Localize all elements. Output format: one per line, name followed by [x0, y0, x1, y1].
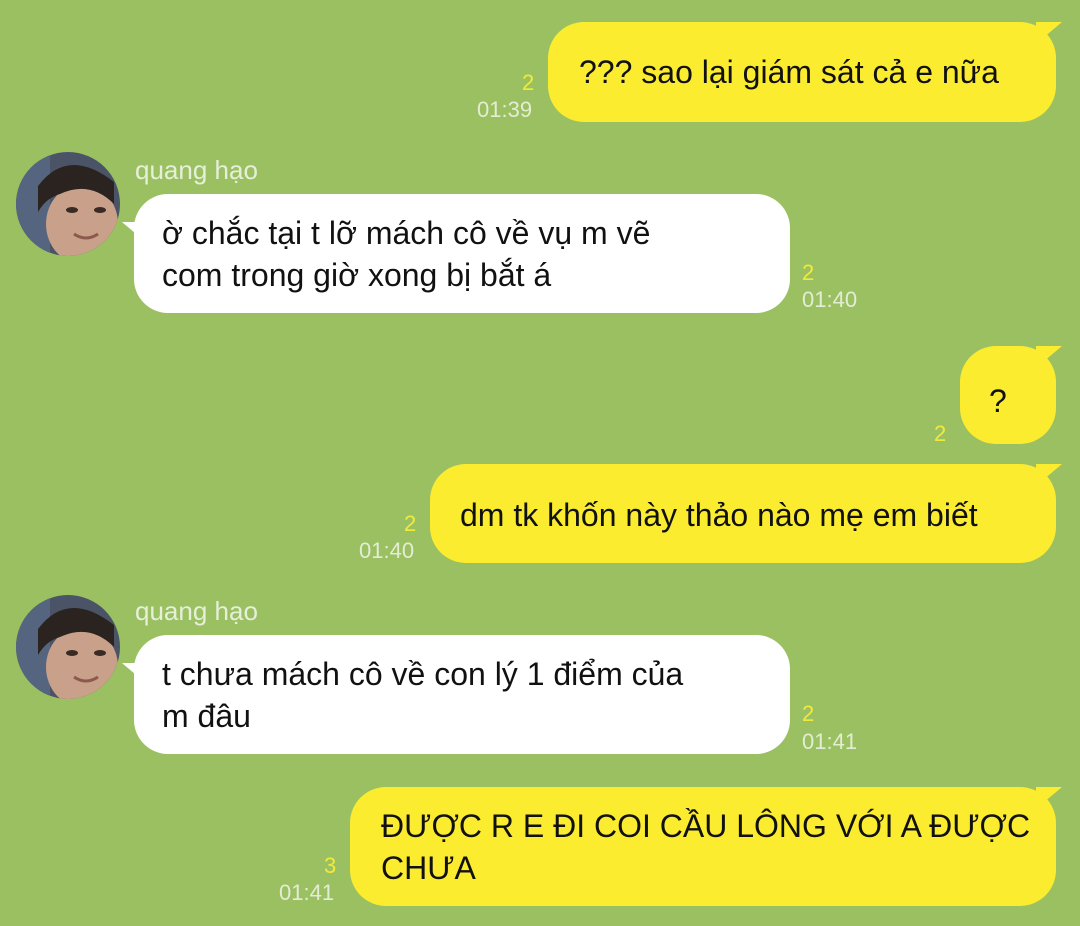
bubble-tail — [1036, 464, 1062, 486]
sender-name: quang hạo — [135, 155, 258, 185]
profile-photo-icon — [16, 595, 120, 699]
message-text: ĐƯỢC R E ĐI COI CẦU LÔNG VỚI A ĐƯỢC CHƯA — [381, 808, 1031, 886]
message-text: ? — [989, 383, 1007, 419]
incoming-message-bubble[interactable]: t chưa mách cô về con lý 1 điểm của m đâ… — [134, 635, 790, 754]
read-count: 2 — [802, 260, 815, 285]
avatar[interactable] — [16, 595, 120, 699]
bubble-tail — [1036, 787, 1062, 809]
incoming-message-bubble[interactable]: ờ chắc tại t lỡ mách cô về vụ m vẽ com t… — [134, 194, 790, 313]
message-timestamp: 01:41 — [802, 729, 858, 754]
read-count: 3 — [324, 853, 337, 878]
read-count: 2 — [404, 511, 417, 536]
read-count: 2 — [802, 701, 815, 726]
message-text: t chưa mách cô về con lý 1 điểm của m đâ… — [162, 656, 684, 734]
bubble-tail — [122, 222, 148, 244]
bubble-tail — [1036, 22, 1062, 44]
message-text: ờ chắc tại t lỡ mách cô về vụ m vẽ com t… — [162, 215, 651, 293]
message-timestamp: 01:39 — [477, 97, 533, 122]
profile-photo-icon — [16, 152, 120, 256]
message-timestamp: 01:41 — [279, 880, 335, 905]
message-text: ??? sao lại giám sát cả e nữa — [579, 54, 999, 90]
read-count: 2 — [522, 70, 535, 95]
outgoing-message-bubble[interactable]: dm tk khốn này thảo nào mẹ em biết — [430, 464, 1056, 563]
bubble-tail — [1036, 346, 1062, 368]
read-count: 2 — [934, 421, 947, 446]
outgoing-message-bubble[interactable]: ĐƯỢC R E ĐI COI CẦU LÔNG VỚI A ĐƯỢC CHƯA — [350, 787, 1056, 906]
message-timestamp: 01:40 — [802, 287, 858, 312]
outgoing-message-bubble[interactable]: ??? sao lại giám sát cả e nữa — [548, 22, 1056, 122]
message-timestamp: 01:40 — [359, 538, 415, 563]
sender-name: quang hạo — [135, 596, 258, 626]
message-text: dm tk khốn này thảo nào mẹ em biết — [460, 497, 978, 533]
avatar[interactable] — [16, 152, 120, 256]
bubble-tail — [122, 663, 148, 685]
